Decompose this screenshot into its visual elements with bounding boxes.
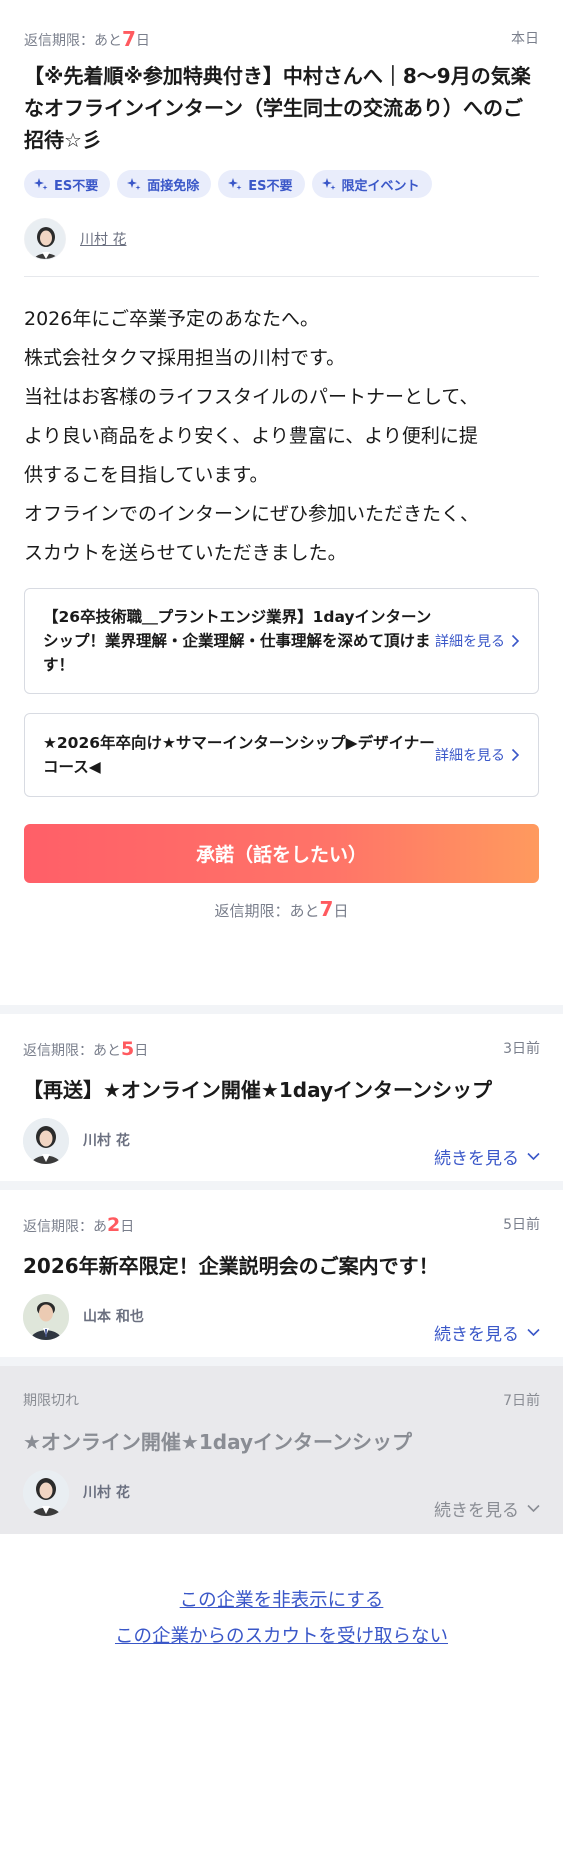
tag-chip: 面接免除 [117, 170, 212, 198]
received-date: 5日前 [503, 1217, 540, 1233]
received-date: 7日前 [503, 1393, 540, 1409]
details-link[interactable]: 詳細を見る [435, 745, 520, 765]
tag-label: 面接免除 [147, 178, 200, 194]
message-title: 【再送】★オンライン開催★1dayインターンシップ [23, 1078, 493, 1102]
chevron-right-icon [511, 748, 520, 762]
message-item-expired[interactable]: 期限切れ 7日前 ★オンライン開催★1dayインターンシップ 川村 花 続きを見… [0, 1366, 563, 1534]
message-title: ★オンライン開催★1dayインターンシップ [23, 1430, 413, 1454]
details-link-label: 詳細を見る [435, 748, 505, 764]
sparkle-icon [321, 178, 336, 190]
reply-deadline-bottom: 返信期限：あと7日 [0, 897, 563, 921]
deadline-days: 2 [107, 1214, 121, 1236]
scout-message-body: 2026年にご卒業予定のあなたへ。 株式会社タクマ採用担当の川村です。 当社はお… [24, 300, 539, 573]
details-link[interactable]: 詳細を見る [435, 631, 520, 651]
deadline-suffix: 日 [333, 902, 349, 920]
sender-name: 山本 和也 [83, 1309, 144, 1325]
tag-chip: 限定イベント [311, 170, 432, 198]
message-item[interactable]: 返信期限：あと5日 3日前 【再送】★オンライン開催★1dayインターンシップ … [0, 1014, 563, 1181]
scout-title: 【※先着順※参加特典付き】中村さんへ｜8〜9月の気楽なオフラインインターン（学生… [24, 64, 531, 152]
reply-deadline: 返信期限：あと7日 [24, 26, 150, 51]
deadline-suffix: 日 [120, 1219, 135, 1235]
body-line: より良い商品をより安く、より豊富に、より便利に提 [24, 425, 478, 447]
body-line: 株式会社タクマ採用担当の川村です。 [24, 347, 346, 369]
section-separator [0, 1005, 563, 1014]
body-line: 当社はお客様のライフスタイルのパートナーとして、 [24, 386, 479, 408]
deadline-days: 5 [121, 1038, 135, 1060]
body-line: スカウトを送らせていただきました。 [24, 542, 347, 564]
avatar [23, 1470, 69, 1516]
read-more-link[interactable]: 続きを見る [434, 1144, 540, 1169]
divider [24, 276, 539, 277]
body-line: 2026年にご卒業予定のあなたへ。 [24, 308, 319, 330]
tag-label: 限定イベント [341, 178, 420, 194]
avatar [23, 1294, 69, 1340]
internship-link-card[interactable]: ★2026年卒向け★サマーインターンシップ▶デザイナーコース◀ 詳細を見る [24, 713, 539, 797]
section-separator [0, 1181, 563, 1190]
sparkle-icon [127, 178, 141, 190]
received-date: 本日 [511, 31, 539, 47]
chevron-right-icon [511, 634, 520, 648]
read-more-link[interactable]: 続きを見る [434, 1496, 540, 1521]
body-line: 供するこを目指しています。 [24, 464, 269, 486]
sender-name-link[interactable]: 川村 花 [80, 229, 126, 249]
sparkle-icon [228, 178, 242, 190]
received-date: 3日前 [503, 1041, 540, 1057]
sender-name: 川村 花 [83, 1133, 130, 1149]
sparkle-icon [34, 178, 48, 190]
tag-label: ES不要 [248, 178, 293, 194]
block-scouts-link[interactable]: この企業からのスカウトを受け取らない [0, 1622, 563, 1648]
deadline-prefix: 返信期限：あと [24, 33, 122, 49]
internship-link-title: 【26卒技術職＿プラントエンジ業界】1dayインターンシップ！業界理解・企業理解… [43, 608, 432, 674]
hide-company-link[interactable]: この企業を非表示にする [0, 1586, 563, 1612]
tag-label: ES不要 [54, 178, 99, 194]
read-more-label: 続きを見る [434, 1149, 519, 1169]
internship-link-title: ★2026年卒向け★サマーインターンシップ▶デザイナーコース◀ [43, 734, 435, 776]
internship-link-card[interactable]: 【26卒技術職＿プラントエンジ業界】1dayインターンシップ！業界理解・企業理解… [24, 588, 539, 694]
accept-button[interactable]: 承諾（話をしたい） [24, 824, 539, 883]
deadline-suffix: 日 [134, 1043, 149, 1059]
read-more-label: 続きを見る [434, 1501, 519, 1521]
deadline-prefix: 返信期限：あ [23, 1219, 107, 1235]
chevron-down-icon [527, 1328, 540, 1337]
read-more-link[interactable]: 続きを見る [434, 1320, 540, 1345]
reply-deadline: 返信期限：あ2日 [23, 1214, 134, 1236]
reply-deadline: 返信期限：あと5日 [23, 1038, 148, 1060]
deadline-suffix: 日 [135, 33, 150, 49]
message-item[interactable]: 返信期限：あ2日 5日前 2026年新卒限定！企業説明会のご案内です！ 山本 和… [0, 1190, 563, 1357]
avatar [24, 218, 66, 260]
chevron-down-icon [527, 1152, 540, 1161]
sender-name: 川村 花 [83, 1485, 130, 1501]
tag-chip: ES不要 [218, 170, 305, 198]
details-link-label: 詳細を見る [435, 634, 505, 650]
deadline-prefix: 返信期限：あと [23, 1043, 121, 1059]
read-more-label: 続きを見る [434, 1325, 519, 1345]
avatar [23, 1118, 69, 1164]
message-title: 2026年新卒限定！企業説明会のご案内です！ [23, 1254, 439, 1278]
expired-status: 期限切れ [23, 1393, 79, 1409]
deadline-prefix: 返信期限：あと [214, 902, 320, 920]
sender-info: 川村 花 [24, 218, 126, 260]
deadline-days: 7 [319, 897, 334, 921]
section-separator [0, 1357, 563, 1366]
main-scout-card: 返信期限：あと7日 本日 【※先着順※参加特典付き】中村さんへ｜8〜9月の気楽な… [0, 0, 563, 1008]
chevron-down-icon [527, 1504, 540, 1513]
tag-list: ES不要 面接免除 ES不要 限定イベント [24, 170, 432, 198]
tag-chip: ES不要 [24, 170, 111, 198]
deadline-days: 7 [122, 27, 136, 51]
body-line: オフラインでのインターンにぜひ参加いただきたく、 [24, 503, 480, 525]
